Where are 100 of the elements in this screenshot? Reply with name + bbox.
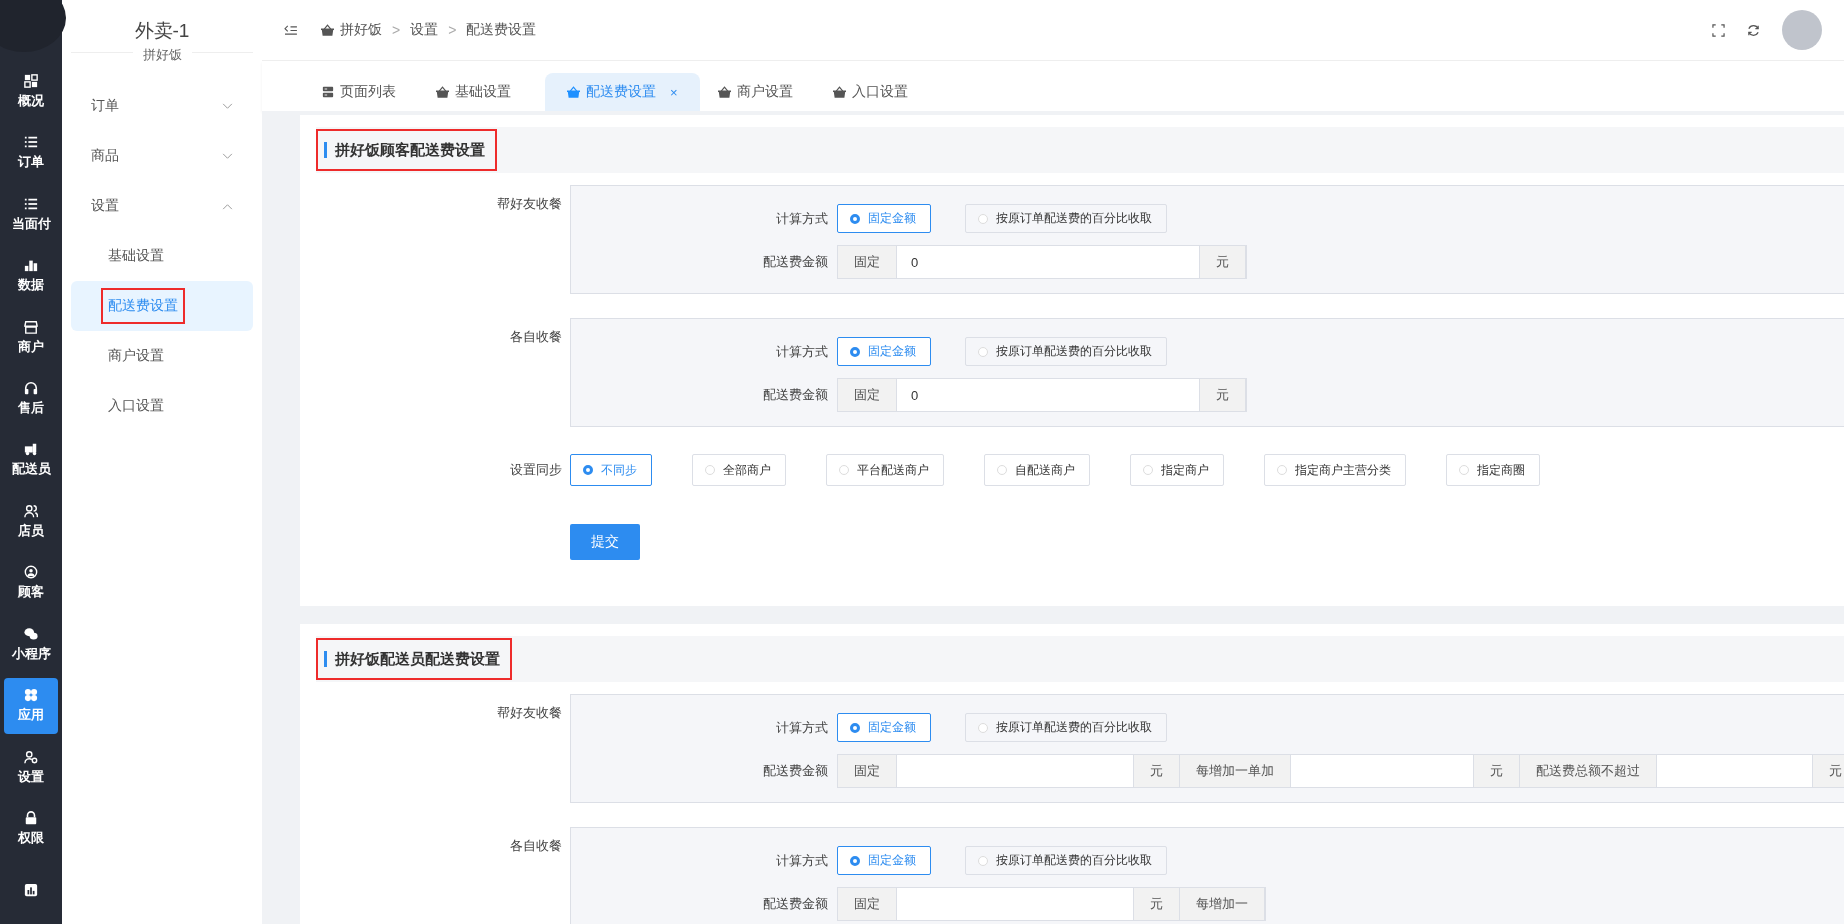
list-icon	[24, 135, 38, 150]
radio-button[interactable]: 平台配送商户	[826, 454, 944, 486]
menu-item[interactable]: 商品	[71, 131, 253, 181]
tab[interactable]: 基础设置	[424, 73, 539, 111]
app-subtitle: 拼好饭	[132, 47, 192, 62]
headset-icon	[24, 381, 38, 396]
avatar[interactable]	[1782, 10, 1822, 50]
input-addon: 配送费总额不超过	[1520, 755, 1657, 787]
radio-button[interactable]: 全部商户	[692, 454, 786, 486]
submenu-item[interactable]: 基础设置	[71, 231, 253, 281]
radio-button[interactable]: 固定金额	[837, 846, 931, 875]
rail-item[interactable]: 订单	[4, 125, 58, 182]
basket-icon	[567, 86, 580, 98]
breadcrumb-link[interactable]: 设置	[410, 21, 439, 39]
rail-item[interactable]: 店员	[4, 493, 58, 550]
rail-item[interactable]: 顾客	[4, 555, 58, 612]
form-label: 计算方式	[775, 851, 829, 870]
menu-item[interactable]: 设置	[71, 181, 253, 231]
grid-icon	[24, 73, 38, 88]
input-field[interactable]	[1291, 755, 1474, 787]
radio-button[interactable]: 按原订单配送费的百分比收取	[965, 713, 1167, 742]
rail-item[interactable]: 设置	[4, 739, 58, 796]
tab[interactable]: 商户设置	[705, 73, 821, 111]
input-field[interactable]	[897, 888, 1134, 920]
rail-label: 当面付	[11, 214, 51, 233]
form-label: 配送费金额	[762, 386, 829, 404]
chevron-up-icon	[222, 202, 233, 210]
store-icon	[24, 319, 38, 334]
rail-item[interactable]: 售后	[4, 371, 58, 428]
input-addon: 元	[1200, 379, 1246, 411]
basket-icon	[321, 24, 334, 36]
input-addon: 固定	[838, 246, 897, 278]
collapse-menu-icon[interactable]	[284, 24, 297, 36]
rail-item[interactable]: 数据	[4, 248, 58, 305]
bar-chart-icon	[24, 258, 38, 273]
rail-label: 概况	[18, 91, 44, 110]
radio-button[interactable]: 自配送商户	[984, 454, 1090, 486]
radio-button[interactable]: 按原订单配送费的百分比收取	[965, 846, 1167, 875]
breadcrumb-link[interactable]: 配送费设置	[466, 21, 537, 39]
input-field[interactable]: 0	[897, 379, 1200, 411]
rail-label: 售后	[18, 399, 44, 418]
rail-label: 应用	[18, 706, 44, 725]
radio-button[interactable]: 指定商圈	[1446, 454, 1540, 486]
refresh-icon[interactable]	[1747, 23, 1760, 37]
highlight-frame: 配送费设置	[101, 288, 185, 324]
rail-label: 订单	[18, 153, 44, 172]
radio-button[interactable]: 固定金额	[837, 204, 931, 233]
rail-item[interactable]: 当面付	[4, 186, 58, 243]
breadcrumb-separator: >	[448, 22, 457, 38]
radio-button[interactable]: 按原订单配送费的百分比收取	[965, 204, 1167, 233]
rail-item[interactable]: 概况	[4, 64, 58, 120]
tab[interactable]: 入口设置	[820, 73, 936, 111]
input-field[interactable]	[897, 755, 1134, 787]
submenu-item[interactable]: 入口设置	[71, 381, 253, 431]
truck-icon	[24, 442, 38, 457]
radio-button[interactable]: 不同步	[570, 454, 652, 486]
rail-label: 小程序	[11, 644, 51, 663]
basket-icon	[717, 86, 731, 98]
radio-button[interactable]: 固定金额	[837, 713, 931, 742]
input-addon: 每增加一	[1180, 888, 1265, 920]
input-addon: 每增加一单加	[1180, 755, 1291, 787]
rail-item[interactable]: 小程序	[4, 616, 58, 673]
tab[interactable]: 页面列表	[310, 73, 424, 111]
menu-item[interactable]: 订单	[71, 81, 253, 131]
input-field[interactable]	[1657, 755, 1813, 787]
form-label: 计算方式	[775, 209, 829, 228]
form-label: 设置同步	[509, 461, 563, 479]
breadcrumb-link[interactable]: 拼好饭	[340, 21, 382, 39]
radio-button[interactable]: 固定金额	[837, 337, 931, 366]
input-addon: 元	[1813, 755, 1844, 787]
chart-icon	[24, 883, 38, 898]
input-addon: 元	[1134, 888, 1180, 920]
rail-label: 权限	[18, 829, 44, 847]
input-field[interactable]: 0	[897, 246, 1200, 278]
rail-item[interactable]: 商户	[4, 309, 58, 366]
chat-icon	[24, 626, 38, 641]
form-label: 帮好友收餐	[496, 195, 563, 213]
input-addon: 元	[1200, 246, 1246, 278]
fullscreen-icon[interactable]	[1712, 23, 1725, 37]
user-circle-icon	[24, 565, 38, 580]
list-icon	[24, 196, 38, 211]
rail-item[interactable]: 权限	[4, 801, 58, 857]
rail-label: 设置	[18, 767, 44, 786]
radio-button[interactable]: 指定商户	[1130, 454, 1224, 486]
input-addon: 固定	[838, 888, 897, 920]
rail-label: 配送员	[11, 460, 51, 479]
basket-icon	[832, 86, 846, 98]
rail-item[interactable]: 配送员	[4, 432, 58, 489]
server-icon	[322, 86, 334, 98]
section-title: 拼好饭顾客配送费设置	[324, 142, 485, 158]
input-addon: 固定	[838, 379, 897, 411]
radio-button[interactable]: 按原订单配送费的百分比收取	[965, 337, 1167, 366]
lock-icon	[24, 811, 38, 825]
submenu-item[interactable]: 商户设置	[71, 331, 253, 381]
apps-icon	[24, 688, 38, 703]
radio-button[interactable]: 指定商户主营分类	[1264, 454, 1406, 486]
section-title: 拼好饭配送员配送费设置	[324, 651, 500, 667]
people-icon	[24, 503, 38, 518]
chevron-down-icon	[222, 152, 233, 160]
rail-label: 店员	[18, 521, 44, 540]
